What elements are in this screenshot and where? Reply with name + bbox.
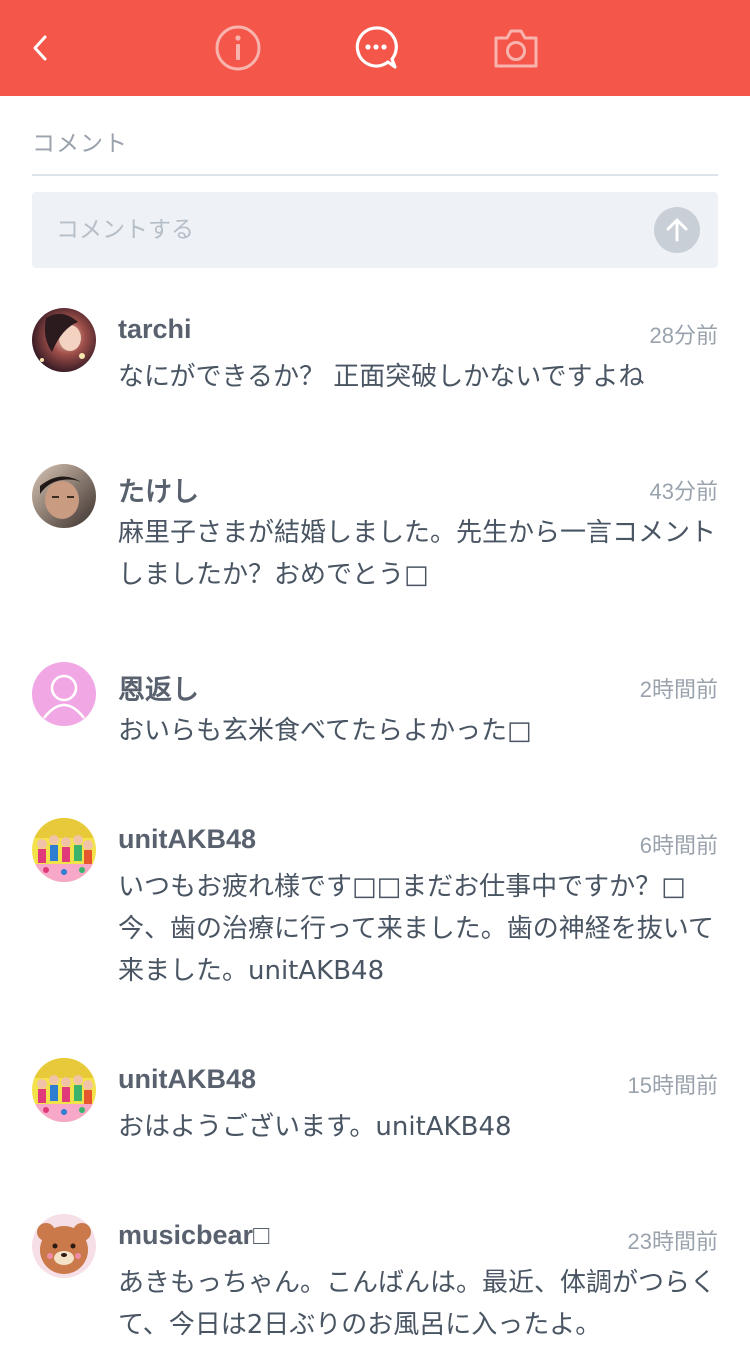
avatar[interactable] bbox=[32, 308, 96, 372]
back-button[interactable] bbox=[18, 0, 62, 96]
comment-timestamp: 43分前 bbox=[649, 479, 718, 504]
comment-username[interactable]: tarchi bbox=[118, 314, 192, 345]
chevron-left-icon bbox=[33, 35, 47, 61]
comment-text: 麻里子さまが結婚しました。先生から一言コメントしましたか？おめでとう□ bbox=[118, 518, 717, 590]
comment-input-box bbox=[32, 192, 718, 268]
comment-timestamp: 15時間前 bbox=[627, 1073, 718, 1098]
comment-text: おはようございます。unitAKB48 bbox=[118, 1112, 512, 1142]
comments-section-label: コメント bbox=[32, 131, 128, 157]
info-tab-button[interactable] bbox=[212, 0, 264, 96]
comment-text: いつもお疲れ様です□□まだお仕事中ですか？□今、歯の治療に行って来ました。歯の神… bbox=[118, 872, 714, 986]
camera-tab-button[interactable] bbox=[490, 0, 542, 96]
comment-username[interactable]: unitAKB48 bbox=[118, 824, 256, 855]
comment-text: おいらも玄米食べてたらよかった□ bbox=[118, 716, 532, 746]
send-comment-button[interactable] bbox=[654, 207, 700, 253]
comment-timestamp: 23時間前 bbox=[627, 1229, 718, 1254]
comment-icon bbox=[355, 26, 398, 69]
avatar[interactable] bbox=[32, 1058, 96, 1122]
comment-timestamp: 6時間前 bbox=[639, 833, 718, 858]
comment-username[interactable]: musicbear□ bbox=[118, 1220, 269, 1251]
comment-username[interactable]: たけし bbox=[118, 470, 199, 509]
top-nav-bar bbox=[0, 0, 750, 96]
section-divider bbox=[32, 174, 718, 176]
comment-text: なにができるか？ 正面突破しかないですよね bbox=[118, 362, 645, 392]
comment-username[interactable]: unitAKB48 bbox=[118, 1064, 256, 1095]
comment-username[interactable]: 恩返し bbox=[118, 668, 199, 707]
comment-timestamp: 28分前 bbox=[649, 323, 718, 348]
comment-input[interactable] bbox=[56, 192, 636, 268]
avatar[interactable] bbox=[32, 662, 96, 726]
avatar[interactable] bbox=[32, 464, 96, 528]
comment-tab-button[interactable] bbox=[350, 0, 402, 96]
arrow-up-icon bbox=[666, 218, 688, 242]
default-user-icon bbox=[32, 662, 96, 726]
info-icon bbox=[215, 25, 261, 71]
camera-icon bbox=[494, 29, 538, 68]
avatar[interactable] bbox=[32, 1214, 96, 1278]
comment-timestamp: 2時間前 bbox=[639, 677, 718, 702]
comment-text: あきもっちゃん。こんばんは。最近、体調がつらくて、今日は2日ぶりのお風呂に入った… bbox=[118, 1268, 717, 1340]
bear-icon bbox=[32, 1214, 96, 1278]
avatar[interactable] bbox=[32, 818, 96, 882]
